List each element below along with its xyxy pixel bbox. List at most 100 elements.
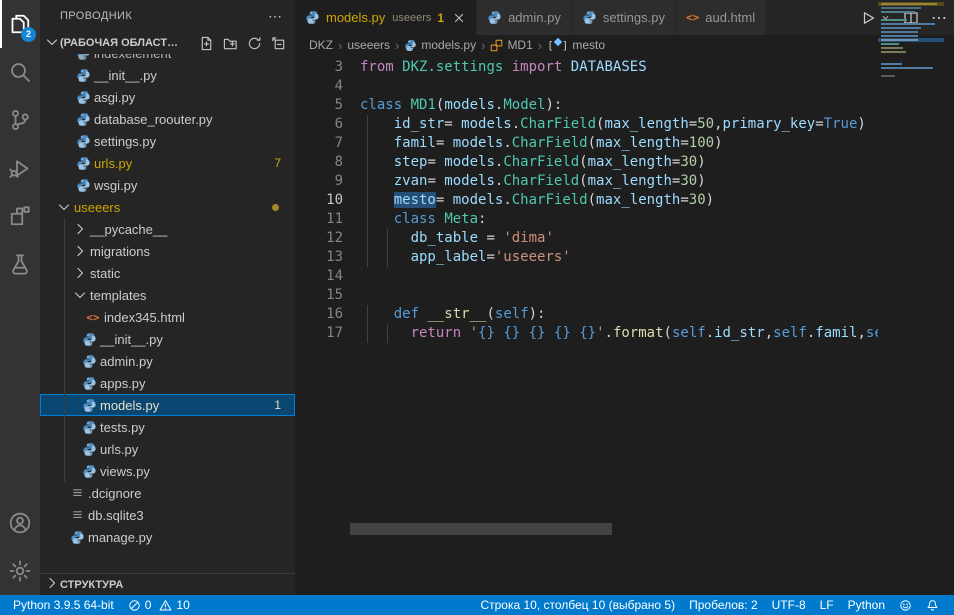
line-content xyxy=(360,286,878,305)
status-cursor-position[interactable]: Строка 10, столбец 10 (выбрано 5) xyxy=(473,595,682,615)
line-content: famil= models.CharField(max_length=100) xyxy=(360,134,878,153)
minimap-line xyxy=(878,27,944,29)
tree-item-label: tests.py xyxy=(100,420,145,435)
tree-item-views-py[interactable]: views.py xyxy=(40,460,295,482)
tree-item-settings-py[interactable]: settings.py xyxy=(40,130,295,152)
problems-badge: 7 xyxy=(274,156,281,170)
tree-item-label: templates xyxy=(90,288,146,303)
tab-aud-html[interactable]: <>aud.html xyxy=(676,0,765,35)
activity-item-account[interactable] xyxy=(0,499,40,547)
chevron-down-icon xyxy=(72,287,88,303)
gear-icon xyxy=(8,559,32,583)
tree-item-indexelement[interactable]: indexelement xyxy=(40,54,295,64)
tree-item-dcignore[interactable]: .dcignore xyxy=(40,482,295,504)
code-line-17: 17 return '{} {} {} {} {}'.format(self.i… xyxy=(295,324,954,343)
tree-item-db-sqlite3[interactable]: db.sqlite3 xyxy=(40,504,295,526)
indent-guide xyxy=(64,284,65,306)
breadcrumb-item-models-py[interactable]: models.py xyxy=(404,38,476,52)
tab-admin-py[interactable]: admin.py xyxy=(477,0,571,35)
status-encoding[interactable]: UTF-8 xyxy=(765,595,813,615)
indent-guide xyxy=(367,115,368,134)
activity-item-explorer[interactable]: 2 xyxy=(0,0,40,48)
status-python-interpreter[interactable]: Python 3.9.5 64-bit xyxy=(6,595,121,615)
code-editor[interactable]: 3from DKZ.settings import DATABASES45cla… xyxy=(295,55,954,595)
indent-guide xyxy=(367,191,368,210)
explorer-more-actions-icon[interactable]: ⋯ xyxy=(268,8,283,25)
indent-guide xyxy=(387,324,388,343)
indent-guide xyxy=(64,438,65,460)
tree-item-init-py[interactable]: __init__.py xyxy=(40,328,295,350)
tree-item-manage-py[interactable]: manage.py xyxy=(40,526,295,548)
tree-item-database-roouter-py[interactable]: database_roouter.py xyxy=(40,108,295,130)
collapse-all-icon[interactable] xyxy=(269,34,287,52)
status-label: UTF-8 xyxy=(772,598,806,612)
status-label: Строка 10, столбец 10 (выбрано 5) xyxy=(480,598,675,612)
tab-description: useeers xyxy=(392,12,431,24)
line-number: 7 xyxy=(295,134,343,153)
tree-item-index345-html[interactable]: <>index345.html xyxy=(40,306,295,328)
tree-item-label: indexelement xyxy=(94,54,171,61)
tree-item-urls-py[interactable]: urls.py7 xyxy=(40,152,295,174)
extensions-icon xyxy=(8,204,32,228)
status-notifications[interactable] xyxy=(919,595,946,615)
status-label: Python xyxy=(848,598,885,612)
tree-item-wsgi-py[interactable]: wsgi.py xyxy=(40,174,295,196)
class-symbol-icon xyxy=(490,39,503,52)
file-tree: indexelement __init__.py asgi.pydatabase_r… xyxy=(40,54,295,573)
tree-item-label: useeers xyxy=(74,200,120,215)
tree-item-urls-py[interactable]: urls.py xyxy=(40,438,295,460)
breadcrumb-item-mesto[interactable]: []mesto xyxy=(547,38,605,52)
minimap-bar xyxy=(881,47,903,49)
tree-item-init-py[interactable]: __init__.py xyxy=(40,64,295,86)
breadcrumb-item-dkz[interactable]: DKZ xyxy=(309,38,333,52)
tree-item-asgi-py[interactable]: asgi.py xyxy=(40,86,295,108)
python-icon xyxy=(68,530,86,545)
tab-models-py[interactable]: models.pyuseeers1 xyxy=(295,0,476,35)
status-indentation[interactable]: Пробелов: 2 xyxy=(682,595,765,615)
tree-item-templates[interactable]: templates xyxy=(40,284,295,306)
tree-item-label: __init__.py xyxy=(94,68,157,83)
outline-section-header[interactable]: СТРУКТУРА xyxy=(40,573,295,595)
status-language-mode[interactable]: Python xyxy=(841,595,892,615)
tab-settings-py[interactable]: settings.py xyxy=(572,0,675,35)
python-icon xyxy=(80,354,98,369)
activity-item-extensions[interactable] xyxy=(0,192,40,240)
activity-item-run-debug[interactable] xyxy=(0,144,40,192)
tree-item-models-py[interactable]: models.py1 xyxy=(40,394,295,416)
tree-item-label: admin.py xyxy=(100,354,153,369)
workspace-section-header[interactable]: (РАБОЧАЯ ОБЛАСТЬ) ... xyxy=(40,32,295,54)
minimap[interactable] xyxy=(878,0,944,110)
tree-item-label: migrations xyxy=(90,244,150,259)
breadcrumb-item-md1[interactable]: MD1 xyxy=(490,38,532,52)
line-number: 12 xyxy=(295,229,343,248)
activity-badge: 2 xyxy=(21,27,36,42)
breadcrumb-item-useeers[interactable]: useeers xyxy=(347,38,390,52)
activity-item-settings[interactable] xyxy=(0,547,40,595)
refresh-icon[interactable] xyxy=(245,34,263,52)
beaker-icon xyxy=(8,252,32,276)
tree-item-static[interactable]: static xyxy=(40,262,295,284)
new-file-icon[interactable] xyxy=(197,34,215,52)
tree-item-pycache[interactable]: __pycache__ xyxy=(40,218,295,240)
status-feedback[interactable] xyxy=(892,595,919,615)
tab-label: models.py xyxy=(326,10,385,25)
new-folder-icon[interactable] xyxy=(221,34,239,52)
activity-item-testing[interactable] xyxy=(0,240,40,288)
activity-item-source-control[interactable] xyxy=(0,96,40,144)
tree-item-admin-py[interactable]: admin.py xyxy=(40,350,295,372)
tab-label: settings.py xyxy=(603,10,665,25)
status-eol[interactable]: LF xyxy=(813,595,841,615)
python-icon xyxy=(582,10,597,25)
close-icon[interactable] xyxy=(452,11,466,25)
tree-item-tests-py[interactable]: tests.py xyxy=(40,416,295,438)
tree-item-apps-py[interactable]: apps.py xyxy=(40,372,295,394)
tree-item-useeers[interactable]: useeers xyxy=(40,196,295,218)
editor-action-run-python-file[interactable] xyxy=(860,10,876,26)
activity-item-search[interactable] xyxy=(0,48,40,96)
code-line-16: 16 def __str__(self): xyxy=(295,305,954,324)
tree-item-label: index345.html xyxy=(104,310,185,325)
tree-item-migrations[interactable]: migrations xyxy=(40,240,295,262)
line-number: 14 xyxy=(295,267,343,286)
horizontal-scrollbar[interactable] xyxy=(350,523,612,535)
status-problems[interactable]: 010 xyxy=(121,595,197,615)
